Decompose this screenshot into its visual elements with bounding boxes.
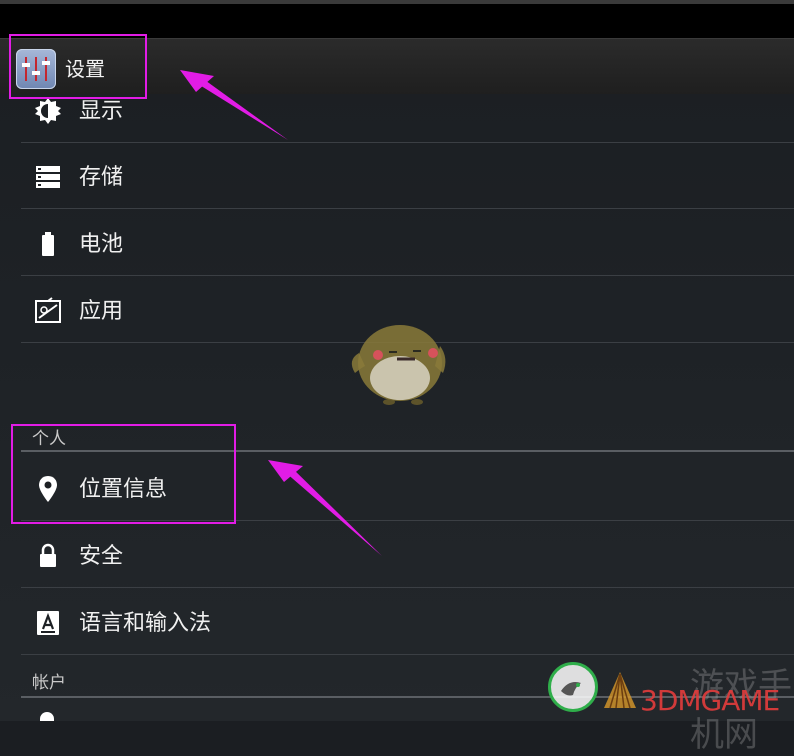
storage-icon <box>34 163 62 191</box>
lock-icon <box>34 542 62 570</box>
watermark-logo-icon <box>548 662 598 712</box>
list-item-label: 存储 <box>79 165 124 190</box>
list-item-battery[interactable]: 电池 <box>21 210 794 276</box>
highlight-box-settings <box>9 34 147 99</box>
watermark-text: 3DMGAME <box>640 684 780 717</box>
keyboard-a-icon <box>34 609 62 637</box>
watermark-fan-icon <box>602 668 638 712</box>
list-item-label: 电池 <box>79 232 124 257</box>
top-strip <box>0 4 794 38</box>
battery-icon <box>34 230 62 258</box>
watermark: 游戏手机网 3DMGAME <box>540 658 794 755</box>
bird-mascot-icon <box>351 325 446 405</box>
section-header-accounts: 帐户 <box>32 673 66 693</box>
list-item-storage[interactable]: 存储 <box>21 143 794 209</box>
highlight-box-location <box>11 424 236 524</box>
list-item-label: 应用 <box>79 299 124 324</box>
apps-icon <box>34 297 62 325</box>
list-item-label: 语言和输入法 <box>79 611 212 636</box>
list-item-security[interactable]: 安全 <box>21 522 794 588</box>
list-item-label: 安全 <box>79 544 124 569</box>
list-item-language[interactable]: 语言和输入法 <box>21 589 794 655</box>
partial-row-icon <box>40 712 54 721</box>
brightness-icon <box>34 97 62 125</box>
